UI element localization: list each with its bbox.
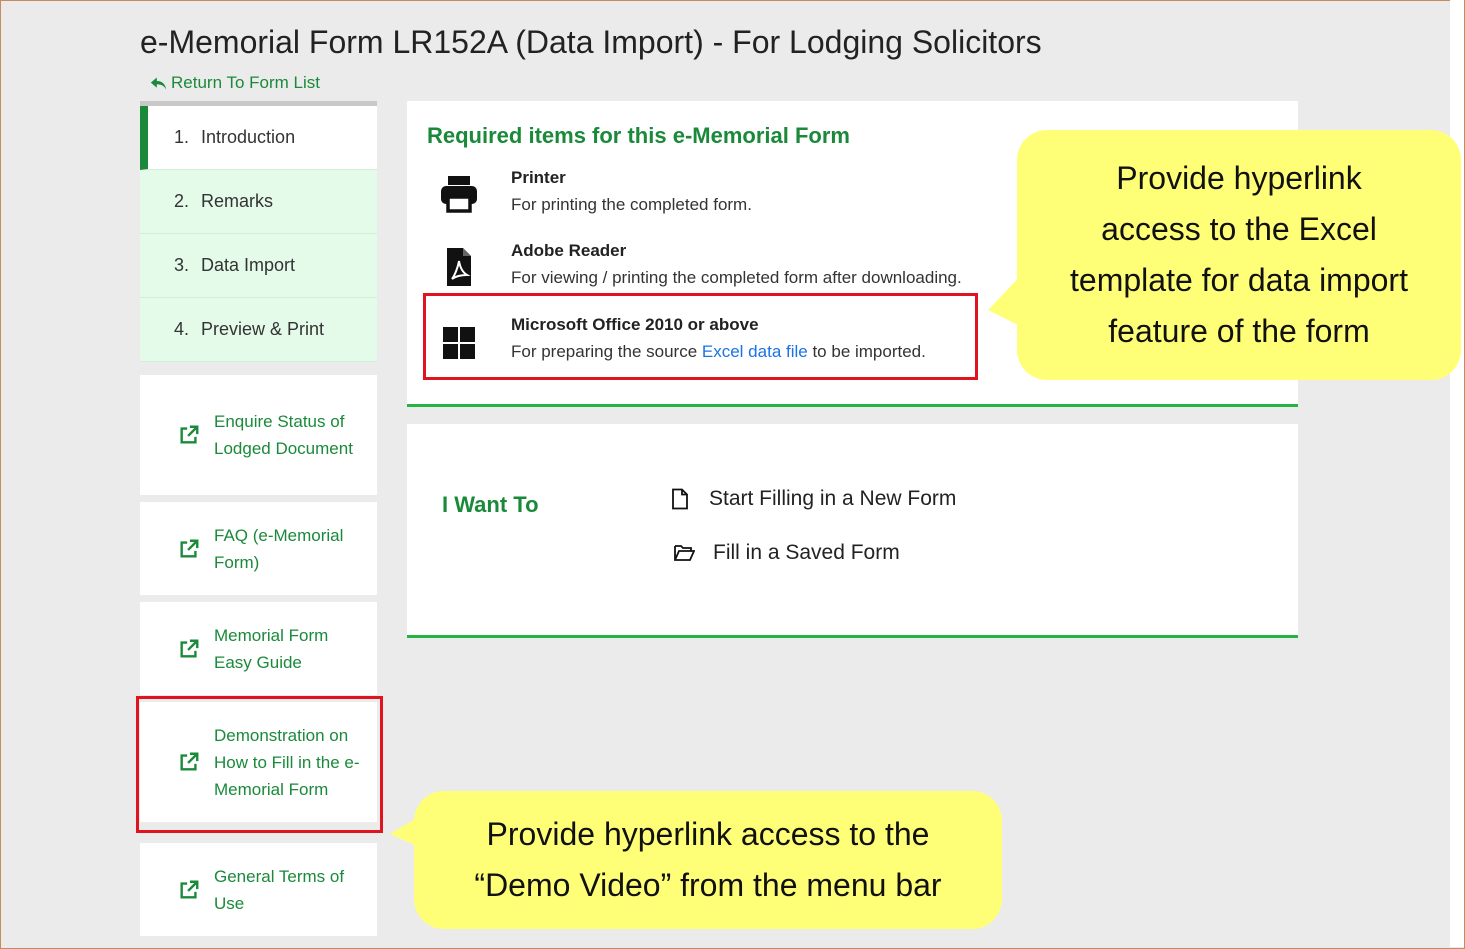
step-introduction[interactable]: 1. Introduction	[140, 106, 377, 170]
reply-arrow-icon	[150, 77, 167, 89]
step-label: Preview & Print	[201, 319, 325, 339]
action-label: Start Filling in a New Form	[709, 487, 957, 510]
callout-excel-template: Provide hyperlink access to the Excel te…	[1017, 130, 1461, 380]
callout-line: template for data import	[1070, 262, 1408, 298]
required-items-heading: Required items for this e-Memorial Form	[427, 123, 850, 148]
side-link-label: Enquire Status of Lodged Document	[214, 412, 353, 458]
step-preview-print[interactable]: 4. Preview & Print	[140, 298, 377, 362]
side-link-label: Memorial Form Easy Guide	[214, 625, 329, 672]
side-link-label: General Terms of Use	[214, 866, 345, 913]
callout-line: access to the Excel	[1101, 211, 1377, 247]
steps-nav: 1. Introduction 2. Remarks 3. Data Impor…	[140, 101, 377, 362]
step-number: 2.	[174, 191, 190, 211]
external-link-icon	[180, 539, 199, 558]
start-new-form-link[interactable]: Start Filling in a New Form	[669, 487, 956, 511]
callout-line: Provide hyperlink	[1116, 160, 1362, 196]
i-want-to-panel: I Want To Start Filling in a New Form Fi…	[407, 424, 1298, 638]
pdf-file-icon	[447, 248, 471, 286]
side-link-label: FAQ (e-Memorial Form)	[214, 525, 344, 572]
i-want-to-heading: I Want To	[442, 492, 539, 517]
side-link-faq[interactable]: FAQ (e-Memorial Form)	[140, 502, 377, 595]
step-label: Remarks	[201, 191, 274, 211]
step-data-import[interactable]: 3. Data Import	[140, 234, 377, 298]
item-description: For viewing / printing the completed for…	[511, 268, 962, 287]
step-label: Data Import	[201, 255, 296, 275]
external-link-icon	[180, 639, 199, 658]
page-title: e-Memorial Form LR152A (Data Import) - F…	[140, 24, 1042, 60]
callout-line: feature of the form	[1108, 313, 1370, 349]
callout-line: Provide hyperlink access to the	[486, 816, 930, 852]
step-number: 3.	[174, 255, 190, 275]
step-number: 1.	[174, 127, 190, 147]
step-label: Introduction	[201, 127, 296, 147]
item-description: For printing the completed form.	[511, 195, 752, 214]
item-name: Printer	[511, 168, 566, 187]
side-link-easy-guide[interactable]: Memorial Form Easy Guide	[140, 602, 377, 695]
highlight-box-demonstration	[136, 696, 383, 833]
item-name: Adobe Reader	[511, 241, 627, 260]
folder-open-icon	[674, 545, 695, 561]
highlight-box-ms-office	[423, 293, 978, 380]
printer-icon	[441, 176, 477, 213]
file-icon	[672, 488, 688, 510]
callout-line: “Demo Video” from the menu bar	[474, 867, 942, 903]
fill-saved-form-link[interactable]: Fill in a Saved Form	[673, 541, 900, 565]
external-link-icon	[180, 880, 199, 899]
side-link-enquire-status[interactable]: Enquire Status of Lodged Document	[140, 375, 377, 495]
external-link-icon	[180, 425, 199, 444]
step-number: 4.	[174, 319, 190, 339]
return-link-label: Return To Form List	[171, 73, 320, 92]
action-label: Fill in a Saved Form	[713, 541, 900, 564]
callout-demo-video: Provide hyperlink access to the “Demo Vi…	[414, 791, 1002, 929]
side-link-terms[interactable]: General Terms of Use	[140, 843, 377, 936]
return-to-form-list-link[interactable]: Return To Form List	[150, 73, 320, 93]
step-remarks[interactable]: 2. Remarks	[140, 170, 377, 234]
